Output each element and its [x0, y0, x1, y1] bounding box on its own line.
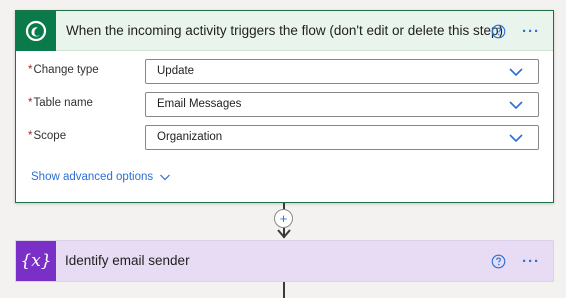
chevron-down-icon[interactable] — [508, 65, 524, 79]
chevron-down-icon[interactable] — [508, 98, 524, 112]
chevron-down-icon[interactable] — [159, 172, 171, 182]
scope-label-text: Scope — [33, 130, 67, 142]
trigger-step-header[interactable]: When the incoming activity triggers the … — [16, 11, 553, 51]
table-name-label: *Table name — [28, 91, 93, 115]
more-options-icon[interactable]: ··· — [519, 23, 543, 40]
variable-step-title[interactable]: Identify email sender — [65, 241, 190, 281]
dataverse-icon — [16, 11, 56, 51]
table-name-select[interactable]: Email Messages — [145, 92, 539, 117]
variable-icon-text: {x} — [20, 251, 52, 271]
more-options-icon[interactable]: ··· — [519, 253, 543, 270]
help-circle-icon[interactable] — [490, 253, 506, 269]
scope-value: Organization — [157, 131, 223, 143]
variable-icon: {x} — [16, 241, 56, 281]
variable-step-card[interactable]: {x} Identify email sender ··· — [15, 240, 554, 282]
help-circle-icon[interactable] — [490, 23, 506, 39]
trigger-step-title[interactable]: When the incoming activity triggers the … — [66, 11, 503, 51]
trigger-step-card[interactable]: When the incoming activity triggers the … — [15, 10, 554, 203]
required-mark: * — [28, 130, 33, 142]
scope-select[interactable]: Organization — [145, 125, 539, 150]
connector-line — [283, 282, 285, 298]
chevron-down-icon[interactable] — [508, 131, 524, 145]
table-name-label-text: Table name — [33, 97, 93, 109]
scope-label: *Scope — [28, 124, 66, 148]
arrow-down-icon — [277, 229, 291, 239]
required-mark: * — [28, 97, 33, 109]
plus-icon: + — [279, 211, 288, 226]
required-mark: * — [28, 64, 33, 76]
insert-step-button[interactable]: + — [274, 209, 293, 228]
show-advanced-options-link[interactable]: Show advanced options — [31, 169, 171, 185]
change-type-value: Update — [157, 65, 195, 77]
change-type-label-text: Change type — [33, 64, 99, 76]
show-advanced-options-label[interactable]: Show advanced options — [31, 169, 153, 185]
table-name-value: Email Messages — [157, 98, 242, 110]
change-type-label: *Change type — [28, 58, 99, 82]
change-type-select[interactable]: Update — [145, 59, 539, 84]
